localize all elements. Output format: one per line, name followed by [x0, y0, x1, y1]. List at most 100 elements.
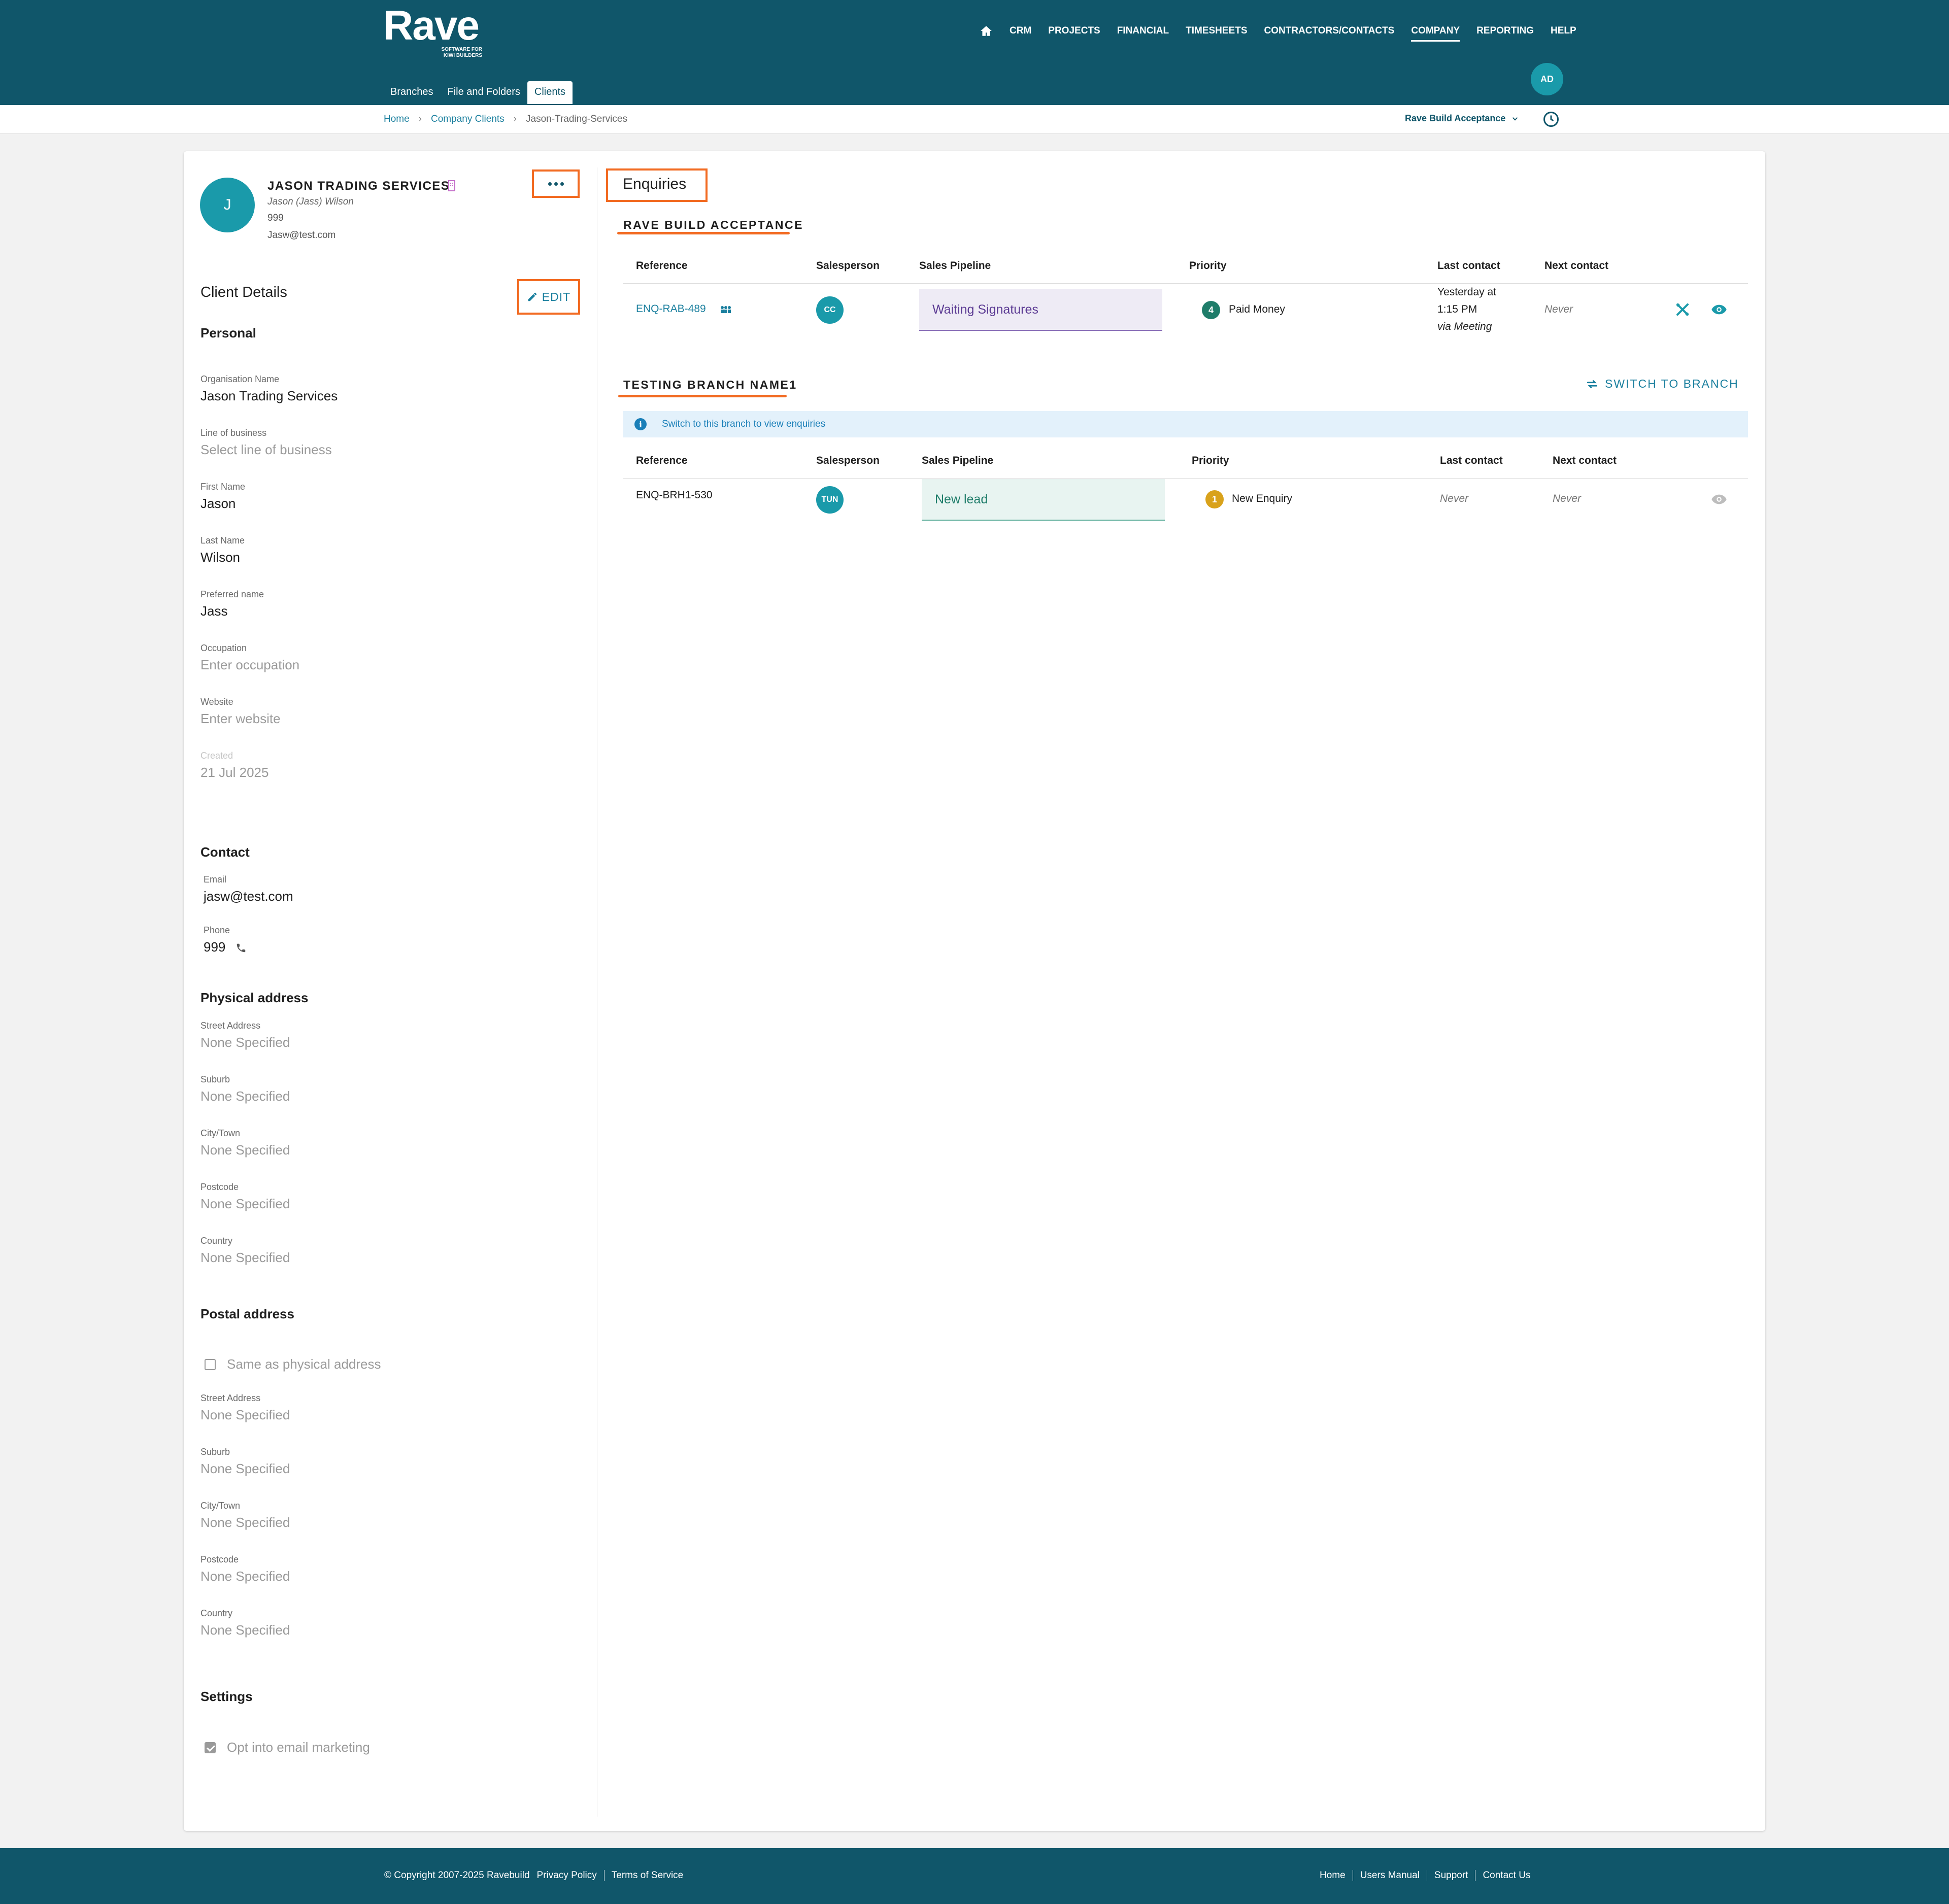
- postal-address-title: Postal address: [200, 1306, 294, 1321]
- contact-email-value[interactable]: jasw@test.com: [204, 889, 293, 904]
- history-clock-icon[interactable]: [1542, 110, 1560, 128]
- checkbox-checked-icon[interactable]: [205, 1742, 216, 1753]
- first-name-value: Jason: [200, 496, 236, 511]
- nav-projects[interactable]: PROJECTS: [1048, 25, 1100, 37]
- nav-crm[interactable]: CRM: [1010, 25, 1031, 37]
- preferred-name-value: Jass: [200, 603, 228, 619]
- col-sales-pipeline: Sales Pipeline: [919, 260, 991, 271]
- client-details-title: Client Details: [200, 284, 287, 300]
- company-subtabs: Branches File and Folders Clients: [383, 81, 573, 104]
- view-eye-icon: [1710, 490, 1728, 508]
- field-label: First Name: [200, 482, 246, 492]
- users-manual-link[interactable]: Users Manual: [1352, 1870, 1427, 1881]
- field-label: Country: [200, 1236, 233, 1246]
- footer-right: Home Users Manual Support Contact Us: [1320, 1870, 1537, 1881]
- support-link[interactable]: Support: [1426, 1870, 1475, 1881]
- last-contact-method: via Meeting: [1437, 321, 1492, 332]
- field-label: Preferred name: [200, 589, 264, 599]
- switch-to-branch-label: SWITCH TO BRANCH: [1605, 377, 1739, 390]
- physical-address-title: Physical address: [200, 990, 309, 1005]
- branch-underline: [618, 395, 787, 397]
- col-reference: Reference: [636, 260, 688, 271]
- tab-branches[interactable]: Branches: [383, 81, 441, 104]
- tab-file-and-folders[interactable]: File and Folders: [441, 81, 527, 104]
- more-options-button[interactable]: [532, 169, 580, 198]
- breadcrumb-company-clients[interactable]: Company Clients: [431, 114, 505, 125]
- nav-reporting[interactable]: REPORTING: [1476, 25, 1534, 37]
- field-label: Postcode: [200, 1182, 239, 1192]
- postal-city-value: None Specified: [200, 1515, 290, 1530]
- email-marketing-checkbox[interactable]: Opt into email marketing: [205, 1740, 370, 1755]
- col-sales-pipeline: Sales Pipeline: [922, 455, 994, 466]
- col-salesperson: Salesperson: [816, 455, 880, 466]
- checkbox-unchecked-icon[interactable]: [205, 1358, 216, 1370]
- table-header-divider: [623, 478, 1748, 479]
- field-label: Suburb: [200, 1074, 230, 1084]
- pencil-icon: [528, 292, 537, 301]
- top-header: Rave SOFTWARE FOR KIWI BUILDERS CRM PROJ…: [0, 0, 1949, 105]
- client-full-name: Jason (Jass) Wilson: [267, 196, 354, 207]
- building-icon: [448, 180, 455, 191]
- chevron-down-icon: [1513, 117, 1518, 121]
- postal-suburb-value: None Specified: [200, 1461, 290, 1476]
- physical-street-value: None Specified: [200, 1035, 290, 1050]
- phone-icon[interactable]: [236, 942, 247, 954]
- chevron-right-icon: ›: [513, 114, 517, 124]
- breadcrumb-bar: Home › Company Clients › Jason-Trading-S…: [0, 105, 1949, 134]
- same-as-physical-checkbox[interactable]: Same as physical address: [205, 1356, 381, 1372]
- terms-of-service-link[interactable]: Terms of Service: [603, 1870, 690, 1881]
- col-last-contact: Last contact: [1440, 455, 1503, 466]
- field-label: Line of business: [200, 428, 267, 438]
- settings-title: Settings: [200, 1689, 253, 1704]
- field-label: Occupation: [200, 643, 247, 653]
- col-salesperson: Salesperson: [816, 260, 880, 271]
- enquiries-title: Enquiries: [623, 176, 687, 192]
- nav-financial[interactable]: FINANCIAL: [1117, 25, 1169, 37]
- postal-street-value: None Specified: [200, 1407, 290, 1422]
- nav-company[interactable]: COMPANY: [1411, 25, 1460, 42]
- enquiry-reference-link[interactable]: ENQ-RAB-489: [636, 303, 706, 315]
- contact-title: Contact: [200, 844, 250, 860]
- last-contact-value: Never: [1440, 493, 1469, 504]
- view-eye-icon[interactable]: [1710, 300, 1728, 319]
- last-contact-date: Yesterday at: [1437, 286, 1496, 298]
- client-avatar: J: [200, 178, 255, 232]
- privacy-policy-link[interactable]: Privacy Policy: [537, 1870, 604, 1881]
- edit-button[interactable]: EDIT: [517, 279, 580, 315]
- branch-info-text: Switch to this branch to view enquiries: [662, 419, 826, 429]
- nav-timesheets[interactable]: TIMESHEETS: [1186, 25, 1247, 37]
- nav-contractors[interactable]: CONTRACTORS/CONTACTS: [1264, 25, 1395, 37]
- footer-left: © Copyright 2007-2025 Ravebuild Privacy …: [384, 1870, 690, 1881]
- logo-tagline: SOFTWARE FOR KIWI BUILDERS: [441, 47, 482, 58]
- tab-clients[interactable]: Clients: [527, 81, 573, 104]
- branch-heading-rave-build: RAVE BUILD ACCEPTANCE: [623, 218, 803, 231]
- field-label: Created: [200, 751, 233, 761]
- field-label: Postcode: [200, 1554, 239, 1565]
- home-icon[interactable]: [980, 24, 993, 38]
- branch-info-banner: i Switch to this branch to view enquirie…: [623, 411, 1748, 437]
- table-header-divider: [623, 283, 1748, 284]
- field-label: Suburb: [200, 1447, 230, 1457]
- branch-underline: [617, 232, 790, 234]
- postal-country-value: None Specified: [200, 1622, 290, 1638]
- contact-us-link[interactable]: Contact Us: [1475, 1870, 1537, 1881]
- breadcrumb-home[interactable]: Home: [384, 114, 410, 125]
- tools-icon[interactable]: [1673, 300, 1692, 319]
- field-label: City/Town: [200, 1501, 241, 1511]
- created-date-value: 21 Jul 2025: [200, 765, 269, 780]
- footer-home-link[interactable]: Home: [1320, 1870, 1353, 1881]
- switch-to-branch-button[interactable]: SWITCH TO BRANCH: [1586, 377, 1739, 391]
- more-dots-icon: [548, 182, 564, 186]
- rave-logo[interactable]: Rave: [383, 5, 480, 47]
- sales-pipeline-stage[interactable]: Waiting Signatures: [919, 289, 1162, 331]
- user-avatar[interactable]: AD: [1531, 63, 1563, 95]
- info-icon: i: [634, 418, 647, 430]
- sales-pipeline-stage: New lead: [922, 479, 1165, 521]
- contact-phone-value[interactable]: 999: [204, 939, 225, 955]
- nav-help[interactable]: HELP: [1551, 25, 1576, 37]
- priority-number-badge: 4: [1202, 301, 1220, 319]
- col-priority: Priority: [1192, 455, 1229, 466]
- field-label: Street Address: [200, 1021, 261, 1031]
- branch-selector[interactable]: Rave Build Acceptance: [1405, 113, 1520, 124]
- personal-title: Personal: [200, 325, 256, 341]
